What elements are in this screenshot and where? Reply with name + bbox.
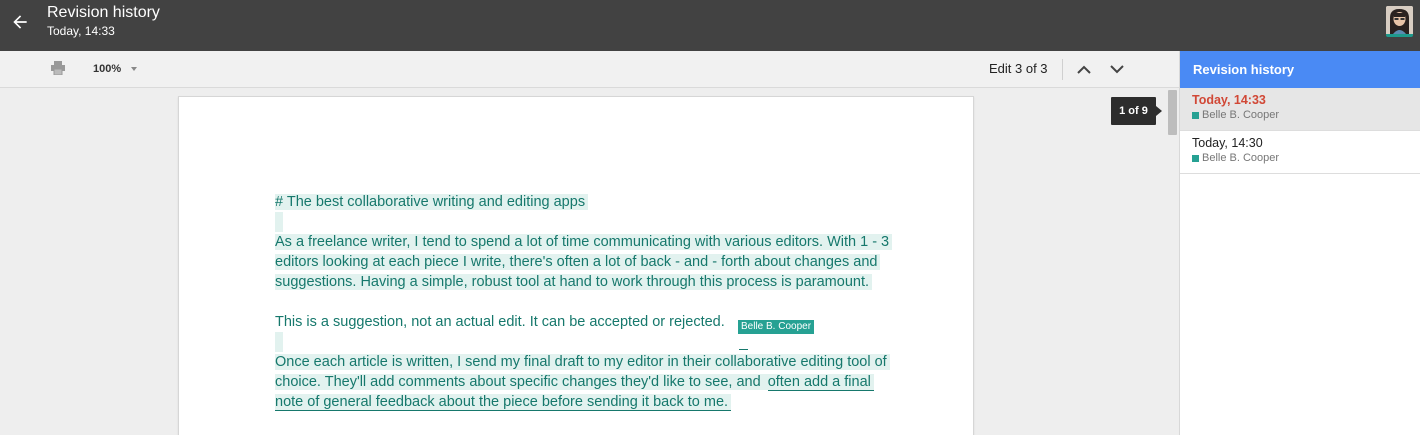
- page-title: Revision history: [47, 4, 160, 21]
- revision-item[interactable]: Today, 14:30 Belle B. Cooper: [1180, 131, 1420, 174]
- revision-author-name: Belle B. Cooper: [1202, 152, 1280, 164]
- collaborator-cursor: [739, 338, 748, 350]
- doc-heading: # The best collaborative writing and edi…: [275, 192, 895, 232]
- author-color-swatch: [1192, 154, 1199, 162]
- doc-paragraph-1-text: As a freelance writer, I tend to spend a…: [275, 234, 893, 290]
- toolbar: 100% Edit 3 of 3: [0, 51, 1179, 88]
- zoom-value: 100%: [93, 63, 122, 75]
- back-arrow-icon[interactable]: [8, 10, 32, 34]
- doc-paragraph-2-text: This is a suggestion, not an actual edit…: [275, 314, 725, 330]
- revision-time: Today, 14:30: [1192, 136, 1263, 150]
- scroll-position-tooltip: 1 of 9: [1111, 97, 1162, 125]
- scrollbar-thumb[interactable]: [1168, 90, 1177, 135]
- revision-author: Belle B. Cooper: [1192, 109, 1420, 121]
- next-edit-button[interactable]: [1107, 60, 1127, 78]
- document-body: # The best collaborative writing and edi…: [275, 192, 895, 432]
- doc-paragraph-3: Once each article is written, I send my …: [275, 352, 895, 412]
- avatar[interactable]: [1386, 6, 1413, 37]
- doc-paragraph-1: As a freelance writer, I tend to spend a…: [275, 232, 895, 292]
- scrollbar-track[interactable]: [1167, 88, 1179, 435]
- revision-author: Belle B. Cooper: [1192, 152, 1420, 164]
- previous-edit-button[interactable]: [1074, 60, 1094, 78]
- revision-time: Today, 14:33: [1192, 93, 1266, 107]
- edit-counter: Edit 3 of 3: [989, 61, 1048, 76]
- document-page: # The best collaborative writing and edi…: [178, 96, 974, 435]
- chevron-down-icon: [131, 67, 138, 71]
- blank-line-highlight: [275, 332, 283, 352]
- panel-title: Revision history: [1180, 51, 1420, 88]
- author-color-swatch: [1192, 111, 1199, 119]
- chevron-up-icon: [1077, 65, 1091, 74]
- toolbar-divider: [1062, 59, 1063, 80]
- page-subtitle: Today, 14:33: [47, 24, 115, 38]
- print-icon[interactable]: [50, 61, 68, 77]
- revision-item[interactable]: Today, 14:33 Belle B. Cooper: [1180, 88, 1420, 131]
- collaborator-cursor-label: Belle B. Cooper: [738, 320, 815, 334]
- title-block: Revision history Today, 14:33: [47, 4, 160, 39]
- chevron-down-icon: [1110, 64, 1124, 73]
- blank-line-highlight: [275, 212, 283, 232]
- revision-history-panel: Revision history Today, 14:33 Belle B. C…: [1179, 51, 1420, 435]
- document-area: # The best collaborative writing and edi…: [0, 88, 1179, 435]
- revision-author-name: Belle B. Cooper: [1202, 109, 1280, 121]
- top-bar: Revision history Today, 14:33: [0, 0, 1420, 51]
- doc-heading-text: # The best collaborative writing and edi…: [275, 194, 589, 210]
- zoom-select[interactable]: 100%: [93, 63, 138, 75]
